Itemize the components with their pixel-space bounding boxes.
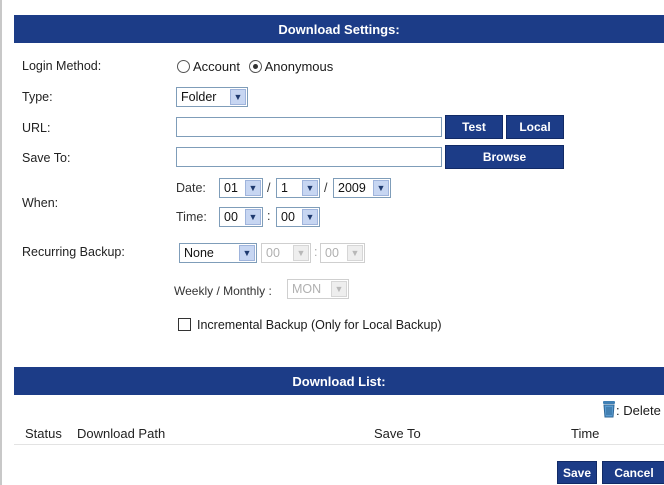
chevron-down-icon: ▼ bbox=[293, 245, 309, 261]
time-minute-value: 00 bbox=[281, 210, 295, 224]
download-settings-header: Download Settings: bbox=[14, 15, 664, 43]
delete-legend: : Delete bbox=[602, 400, 664, 418]
time-hour-value: 00 bbox=[224, 210, 238, 224]
time-separator: : bbox=[267, 209, 271, 223]
chevron-down-icon: ▼ bbox=[373, 180, 389, 196]
type-select-value: Folder bbox=[181, 90, 217, 104]
column-download-path: Download Path bbox=[77, 426, 166, 441]
chevron-down-icon: ▼ bbox=[245, 209, 261, 225]
anonymous-radio[interactable]: Anonymous bbox=[248, 59, 334, 74]
date-year-value: 2009 bbox=[338, 181, 366, 195]
anonymous-radio-label: Anonymous bbox=[264, 59, 334, 74]
date-year-select[interactable]: 2009 ▼ bbox=[333, 178, 391, 198]
account-radio[interactable]: Account bbox=[177, 59, 240, 74]
chevron-down-icon: ▼ bbox=[331, 281, 347, 297]
radio-icon bbox=[177, 60, 190, 73]
recurring-minute-select[interactable]: 00 ▼ bbox=[320, 243, 365, 263]
save-to-input[interactable] bbox=[176, 147, 442, 167]
download-settings-title: Download Settings: bbox=[278, 21, 400, 37]
weekly-monthly-label: Weekly / Monthly : bbox=[174, 284, 272, 298]
column-time: Time bbox=[571, 426, 600, 441]
date-separator: / bbox=[267, 181, 271, 195]
recurring-backup-label: Recurring Backup: bbox=[22, 245, 125, 259]
cancel-button[interactable]: Cancel bbox=[602, 461, 664, 484]
date-label: Date: bbox=[176, 181, 206, 195]
save-button[interactable]: Save bbox=[557, 461, 597, 484]
login-method-options: Account Anonymous bbox=[177, 59, 333, 74]
column-status: Status bbox=[25, 426, 62, 441]
local-button[interactable]: Local bbox=[506, 115, 564, 139]
radio-selected-icon bbox=[248, 60, 262, 73]
weekly-monthly-select[interactable]: MON ▼ bbox=[287, 279, 349, 299]
incremental-backup-checkbox[interactable] bbox=[178, 318, 191, 331]
chevron-down-icon: ▼ bbox=[239, 245, 255, 261]
time-hour-select[interactable]: 00 ▼ bbox=[219, 207, 263, 227]
recurring-time-separator: : bbox=[314, 245, 318, 259]
recurring-backup-select[interactable]: None ▼ bbox=[179, 243, 257, 263]
delete-legend-label: : Delete bbox=[616, 403, 661, 418]
weekly-monthly-value: MON bbox=[292, 282, 322, 296]
when-label: When: bbox=[22, 196, 59, 210]
date-day-value: 1 bbox=[281, 181, 288, 195]
page-frame: Download Settings: Login Method: Account… bbox=[0, 0, 664, 485]
date-separator: / bbox=[324, 181, 328, 195]
recurring-minute-value: 00 bbox=[325, 246, 339, 260]
url-input[interactable] bbox=[176, 117, 442, 137]
download-list-title: Download List: bbox=[292, 373, 386, 389]
recurring-hour-select[interactable]: 00 ▼ bbox=[261, 243, 311, 263]
chevron-down-icon: ▼ bbox=[245, 180, 261, 196]
date-month-select[interactable]: 01 ▼ bbox=[219, 178, 263, 198]
browse-button[interactable]: Browse bbox=[445, 145, 564, 169]
account-radio-label: Account bbox=[193, 59, 240, 74]
login-method-label: Login Method: bbox=[22, 59, 102, 73]
incremental-backup-label: Incremental Backup (Only for Local Backu… bbox=[197, 318, 442, 332]
test-button[interactable]: Test bbox=[445, 115, 503, 139]
url-label: URL: bbox=[22, 121, 51, 135]
chevron-down-icon: ▼ bbox=[347, 245, 363, 261]
date-month-value: 01 bbox=[224, 181, 238, 195]
type-label: Type: bbox=[22, 90, 53, 104]
save-to-label: Save To: bbox=[22, 151, 71, 165]
download-list-header: Download List: bbox=[14, 367, 664, 395]
chevron-down-icon: ▼ bbox=[230, 89, 246, 105]
time-label: Time: bbox=[176, 210, 207, 224]
date-day-select[interactable]: 1 ▼ bbox=[276, 178, 320, 198]
list-divider bbox=[14, 444, 664, 445]
recurring-backup-value: None bbox=[184, 246, 214, 260]
incremental-backup-option[interactable]: Incremental Backup (Only for Local Backu… bbox=[178, 318, 442, 332]
type-select[interactable]: Folder ▼ bbox=[176, 87, 248, 107]
recurring-hour-value: 00 bbox=[266, 246, 280, 260]
chevron-down-icon: ▼ bbox=[302, 209, 318, 225]
chevron-down-icon: ▼ bbox=[302, 180, 318, 196]
time-minute-select[interactable]: 00 ▼ bbox=[276, 207, 320, 227]
trash-icon bbox=[603, 401, 615, 418]
column-save-to: Save To bbox=[374, 426, 421, 441]
